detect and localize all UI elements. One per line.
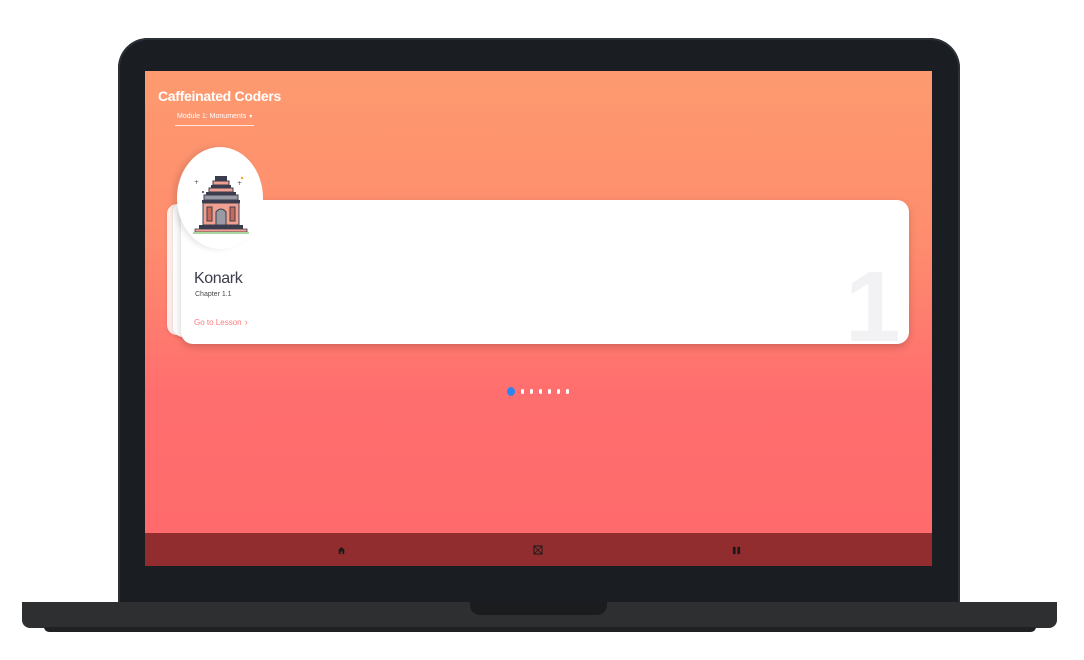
pagination-dot[interactable] bbox=[507, 386, 515, 396]
pagination-dot[interactable] bbox=[566, 388, 569, 394]
module-dropdown[interactable]: Module 1: Monuments ▾ bbox=[175, 111, 255, 126]
bottom-navigation bbox=[145, 533, 932, 566]
nav-grid-button[interactable] bbox=[529, 541, 547, 559]
laptop-notch bbox=[470, 602, 607, 615]
pagination-dot[interactable] bbox=[530, 388, 533, 394]
module-dropdown-value: Module 1: Monuments bbox=[177, 113, 247, 120]
lesson-chapter: Chapter 1.1 bbox=[195, 291, 232, 298]
dropdown-caret-icon: ▾ bbox=[249, 114, 253, 120]
nav-book-button[interactable] bbox=[727, 541, 745, 559]
nav-home-button[interactable] bbox=[332, 541, 350, 559]
grid-icon bbox=[533, 545, 543, 555]
laptop-base-shadow bbox=[44, 627, 1036, 632]
go-to-lesson-label: Go to Lesson bbox=[194, 318, 242, 327]
pagination-dot[interactable] bbox=[521, 388, 524, 394]
pagination-dot[interactable] bbox=[557, 388, 560, 394]
app-screen: Caffeinated Coders Module 1: Monuments ▾ … bbox=[145, 71, 932, 566]
carousel-pagination bbox=[507, 385, 569, 397]
lesson-card[interactable] bbox=[181, 200, 909, 344]
svg-text:+: + bbox=[237, 180, 242, 187]
home-icon bbox=[337, 546, 345, 554]
pagination-dot[interactable] bbox=[548, 388, 551, 394]
go-to-lesson-link[interactable]: Go to Lesson › bbox=[194, 317, 248, 327]
svg-text:+: + bbox=[194, 179, 199, 186]
lesson-title: Konark bbox=[194, 270, 243, 287]
book-icon bbox=[732, 546, 740, 554]
app-title: Caffeinated Coders bbox=[158, 88, 281, 104]
pagination-dot[interactable] bbox=[539, 388, 542, 394]
chevron-right-icon: › bbox=[244, 317, 248, 327]
lesson-index-number: 1 bbox=[845, 251, 901, 363]
temple-icon: + + bbox=[193, 176, 249, 234]
laptop-mockup: Caffeinated Coders Module 1: Monuments ▾ … bbox=[0, 0, 1084, 660]
